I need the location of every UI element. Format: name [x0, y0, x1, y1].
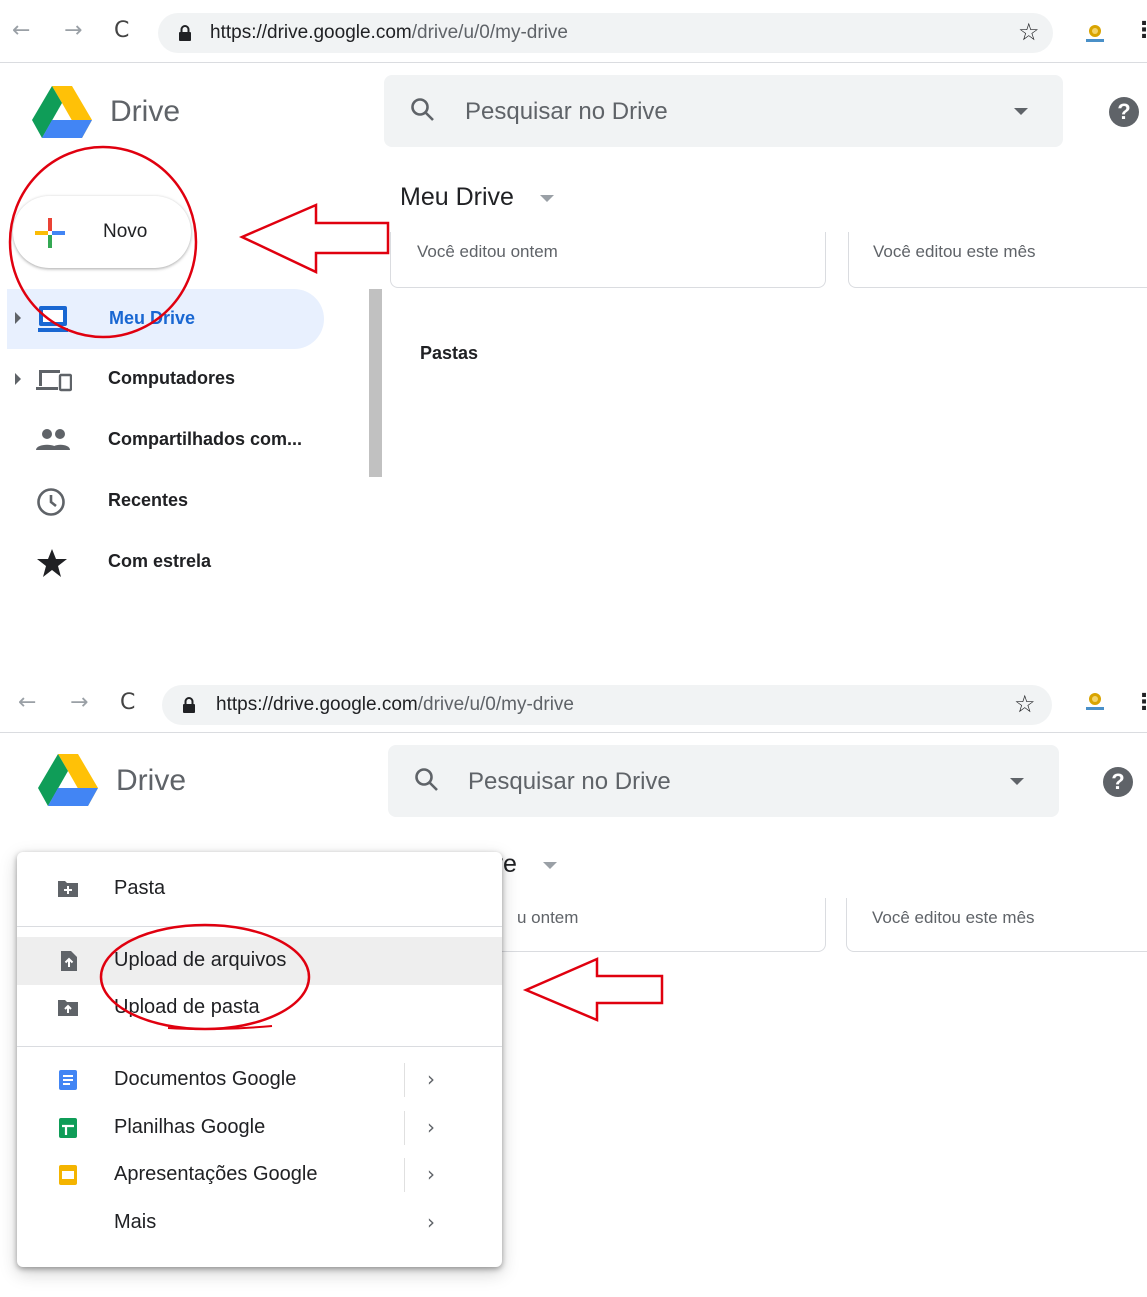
annotation-overlay [8, 145, 390, 339]
annotation-circle [99, 923, 311, 1031]
annotation-overlay [99, 923, 664, 1031]
annotation-circle [8, 145, 198, 339]
annotation-arrow [522, 957, 664, 1022]
screenshot-top-panel: ← → C https://drive.google.com/drive/u/0… [0, 0, 1147, 640]
screenshot-bottom-panel: ← → C https://drive.google.com/drive/u/0… [0, 672, 1147, 1297]
annotation-arrow [238, 203, 390, 274]
